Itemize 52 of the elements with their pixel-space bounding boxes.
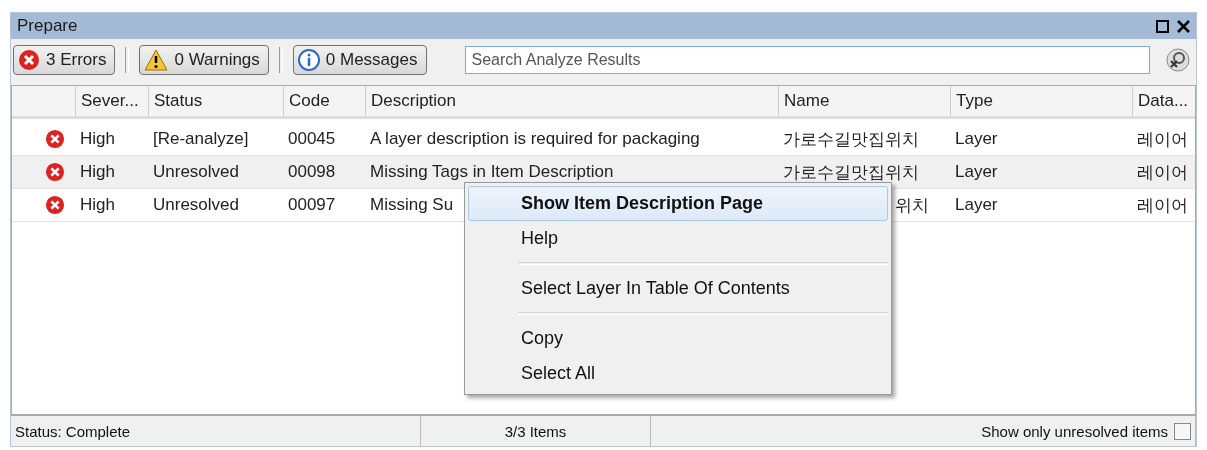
filter-button[interactable]: 3 Errors [13, 45, 116, 75]
table-cell: High [80, 129, 115, 149]
table-cell: Unresolved [153, 195, 239, 215]
close-icon[interactable] [1177, 19, 1190, 33]
column-header[interactable]: Status [148, 86, 283, 116]
filter-label: Show only unresolved items [981, 422, 1168, 440]
table-cell: 00045 [288, 129, 336, 149]
table-cell: A layer description is required for packaging [370, 129, 700, 149]
table-cell: Layer [955, 129, 998, 149]
column-header[interactable]: Description [365, 86, 778, 116]
error-icon [45, 129, 65, 149]
table-cell-text: 레이어 [1137, 161, 1188, 184]
table-cell: High [80, 162, 115, 182]
table-cell: 00097 [288, 195, 336, 215]
table-cell: Layer [955, 195, 998, 215]
error-icon [45, 195, 65, 215]
table-cell: Unresolved [153, 162, 239, 182]
panel-title: Prepare [17, 16, 78, 36]
menu-item[interactable]: Select Layer In Table Of Contents [468, 271, 888, 306]
table-cell: Missing Tags in Item Description [370, 162, 614, 182]
table-cell-text: 레이어 [1137, 128, 1188, 151]
table-cell: [Re-analyze] [153, 129, 249, 149]
clear-search-icon[interactable] [1166, 48, 1190, 72]
table-cell-text: 레이어 [1137, 194, 1188, 217]
search-field[interactable]: Search Analyze Results [464, 46, 1150, 74]
table-row[interactable]: High Unresolved 00098 Missing Tags in Item Description 가로수길맛집위치 Layer 레이어 [12, 156, 1195, 189]
filter-button[interactable]: 0 Warnings [139, 45, 269, 75]
filter-button[interactable]: 0 Messages [292, 45, 427, 75]
table-cell: Layer [955, 162, 998, 182]
menu-item[interactable]: Show Item Description Page [468, 186, 888, 221]
column-header[interactable]: Type [950, 86, 1132, 116]
column-header[interactable]: Data... [1132, 86, 1195, 116]
table-cell: 00098 [288, 162, 336, 182]
table-cell: Missing Su [370, 195, 454, 215]
table-cell-text: 가로수길맛집위치 [783, 161, 919, 184]
column-header[interactable]: Sever... [75, 86, 148, 116]
error-icon [45, 162, 65, 182]
status-text: Status: Complete [15, 422, 131, 440]
table-cell-text: 가로수길맛집위치 [783, 128, 919, 151]
menu-item[interactable]: Copy [468, 321, 888, 356]
maximize-icon[interactable] [1156, 19, 1169, 33]
column-header[interactable]: Code [283, 86, 365, 116]
column-header[interactable]: Name [778, 86, 950, 116]
item-count: 3/3 Items [504, 422, 567, 440]
table-cell-text: 위치 [895, 194, 929, 217]
error-icon [18, 49, 40, 71]
unresolved-checkbox[interactable] [1174, 422, 1191, 440]
menu-item[interactable]: Select All [468, 356, 888, 391]
warning-icon [144, 49, 169, 71]
menu-item[interactable]: Help [468, 221, 888, 256]
table-cell: High [80, 195, 115, 215]
info-icon [297, 49, 320, 71]
